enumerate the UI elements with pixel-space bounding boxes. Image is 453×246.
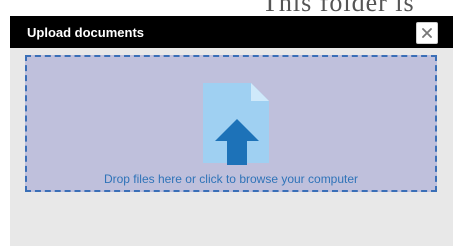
drop-instruction-text: Drop files here or click to browse your … — [103, 172, 359, 186]
close-icon — [422, 28, 432, 38]
upload-dialog: Upload documents Drop files here or clic… — [10, 16, 453, 246]
file-drop-zone[interactable]: Drop files here or click to browse your … — [25, 55, 437, 192]
dialog-title: Upload documents — [27, 25, 145, 40]
upload-file-icon — [203, 83, 269, 165]
close-button[interactable] — [416, 22, 438, 44]
dialog-titlebar: Upload documents — [10, 16, 453, 48]
